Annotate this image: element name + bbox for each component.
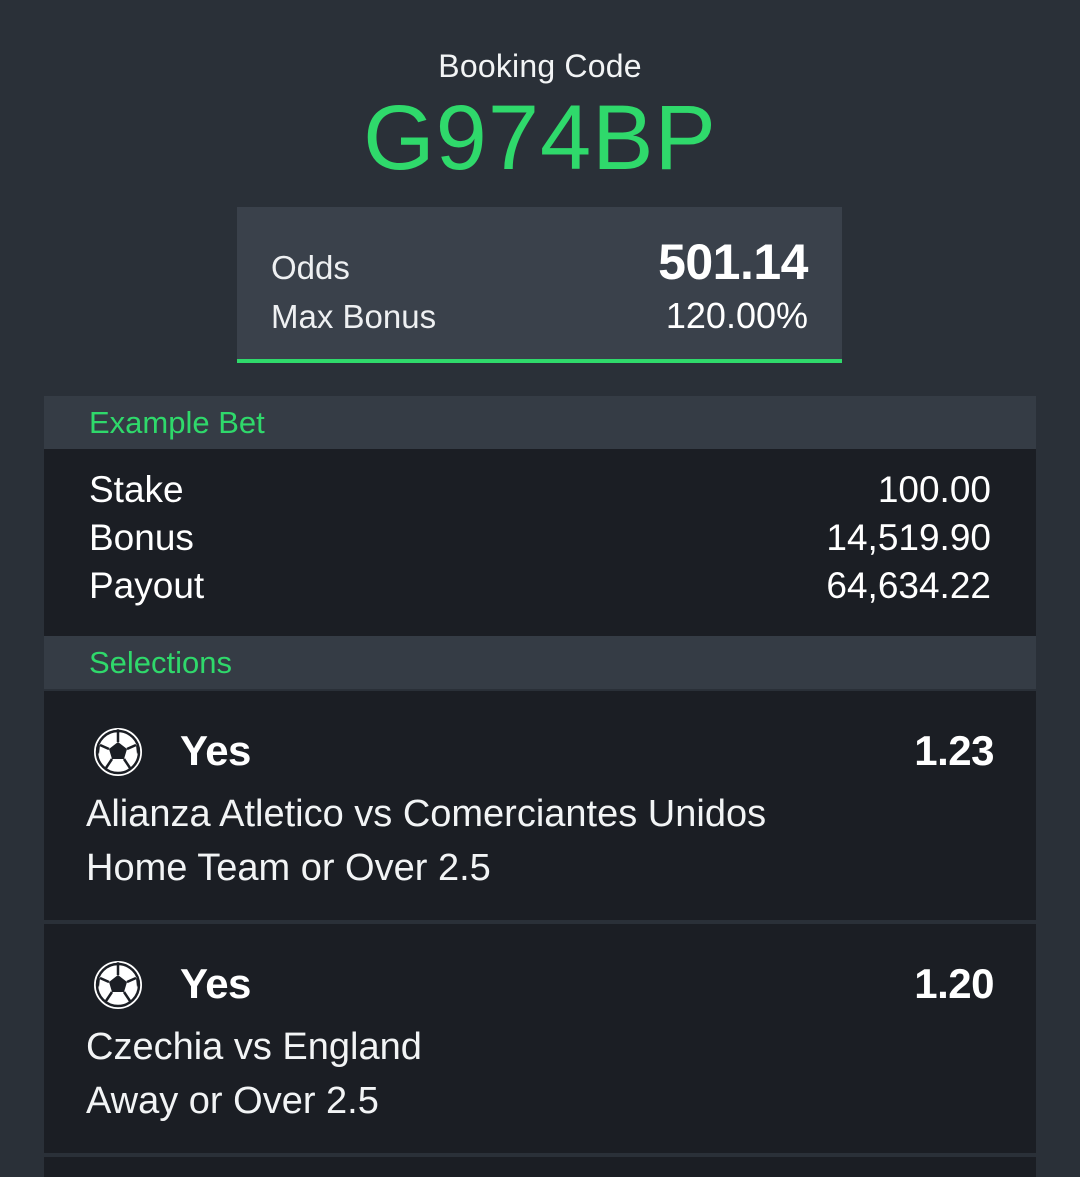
odds-label: Odds <box>271 249 350 286</box>
selection-pick: Yes <box>180 960 251 1007</box>
soccer-ball-icon <box>92 959 144 1011</box>
selection-odds: 1.23 <box>914 727 994 774</box>
booking-code: G974BP <box>363 87 717 189</box>
example-bet-section: Example Bet Stake 100.00 Bonus 14,519.90… <box>44 396 1036 689</box>
selection-odds: 1.20 <box>914 960 994 1007</box>
selection-item[interactable]: Yes 1.20 Czechia vs England Away or Over… <box>44 924 1036 1153</box>
selection-item[interactable]: Yes 1.23 Alianza Atletico vs Comerciante… <box>44 691 1036 920</box>
selection-market: Away or Over 2.5 <box>86 1080 379 1122</box>
stake-row: Stake 100.00 <box>89 469 991 511</box>
bonus-value: 14,519.90 <box>826 517 991 558</box>
max-bonus-value: 120.00% <box>665 295 808 336</box>
selection-item-partial[interactable] <box>44 1157 1036 1177</box>
payout-label: Payout <box>89 565 205 606</box>
selections-header: Selections <box>44 636 1036 689</box>
odds-summary-box: Odds 501.14 Max Bonus 120.00% <box>237 207 842 363</box>
bonus-row: Bonus 14,519.90 <box>89 517 991 559</box>
example-bet-header: Example Bet <box>44 396 1036 449</box>
payout-value: 64,634.22 <box>826 565 991 606</box>
selection-match: Alianza Atletico vs Comerciantes Unidos <box>86 793 767 835</box>
stake-value: 100.00 <box>877 469 991 510</box>
booking-code-label: Booking Code <box>438 48 642 84</box>
max-bonus-label: Max Bonus <box>271 298 437 335</box>
odds-value: 501.14 <box>658 234 808 290</box>
selection-pick: Yes <box>180 727 251 774</box>
selection-market: Home Team or Over 2.5 <box>86 847 491 889</box>
payout-row: Payout 64,634.22 <box>89 565 991 607</box>
soccer-ball-icon <box>92 726 144 778</box>
example-bet-body: Stake 100.00 Bonus 14,519.90 Payout 64,6… <box>44 449 1036 636</box>
selections-title: Selections <box>89 645 233 680</box>
selection-match: Czechia vs England <box>86 1026 422 1068</box>
stake-label: Stake <box>89 469 184 510</box>
example-bet-title: Example Bet <box>89 405 265 440</box>
bonus-label: Bonus <box>89 517 194 558</box>
